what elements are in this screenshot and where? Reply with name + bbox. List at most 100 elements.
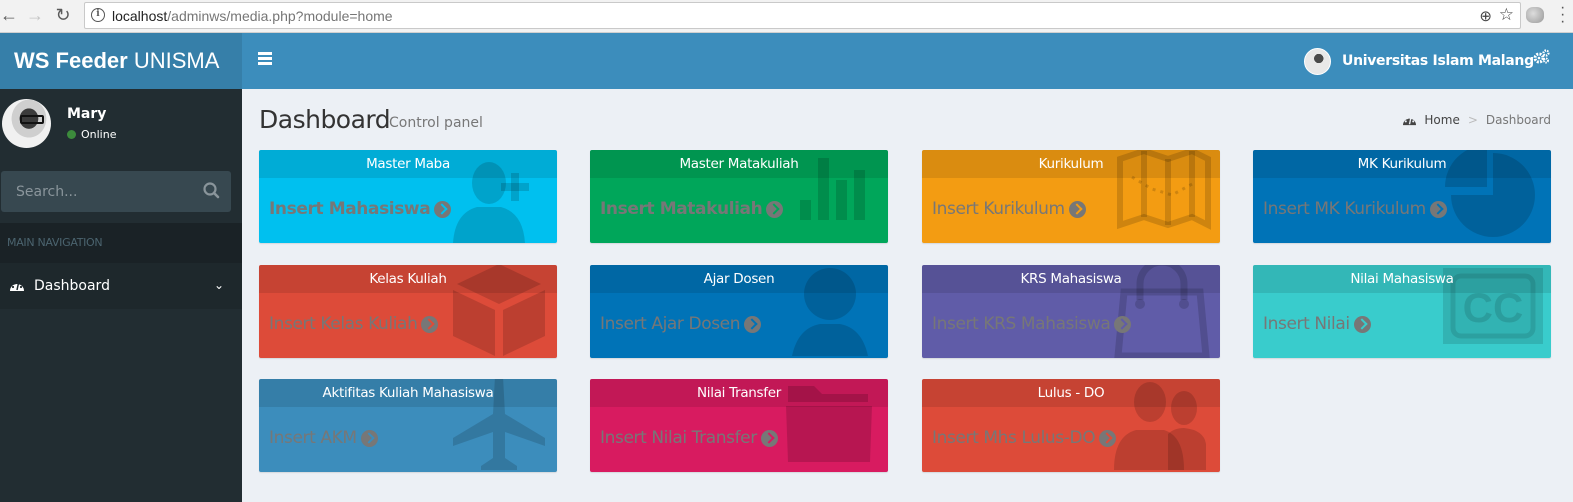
arrow-circle-right-icon xyxy=(1353,315,1371,333)
box-title: Kurikulum xyxy=(922,150,1220,178)
box-link-label: Insert Nilai xyxy=(1263,314,1350,334)
box-link-label: Insert AKM xyxy=(269,428,357,448)
box-ajar-dosen[interactable]: Ajar Dosen Insert Ajar Dosen xyxy=(590,265,888,358)
sidebar: Mary Online MAIN NAVIGATION Dashboard ⌄ xyxy=(0,89,242,502)
info-icon[interactable]: i xyxy=(91,8,105,22)
sidebar-avatar xyxy=(2,99,51,148)
arrow-circle-right-icon xyxy=(421,315,439,333)
arrow-circle-right-icon xyxy=(760,429,778,447)
chevron-down-icon[interactable]: ⌄ xyxy=(214,278,224,292)
url-path: /adminws/media.php?module=home xyxy=(167,8,393,24)
box-kurikulum[interactable]: Kurikulum Insert Kurikulum xyxy=(922,150,1220,243)
browser-menu-icon[interactable]: · · · xyxy=(1560,0,1566,30)
box-link-label: Insert Nilai Transfer xyxy=(600,428,757,448)
box-nilai-transfer[interactable]: Nilai Transfer Insert Nilai Transfer xyxy=(590,379,888,472)
search-icon xyxy=(203,182,220,199)
zoom-icon[interactable]: ⊕ xyxy=(1479,7,1492,25)
url-text[interactable]: localhost/adminws/media.php?module=home xyxy=(112,8,393,24)
sidebar-item-dashboard[interactable]: Dashboard ⌄ xyxy=(0,263,242,309)
box-title: MK Kurikulum xyxy=(1253,150,1551,178)
box-link[interactable]: Insert Mahasiswa xyxy=(269,199,452,219)
box-link[interactable]: Insert Nilai xyxy=(1263,314,1371,334)
user-menu-name: Universitas Islam Malang xyxy=(1342,53,1534,69)
user-status: Online xyxy=(67,128,116,141)
extension-icon[interactable] xyxy=(1526,7,1544,23)
box-link-label: Insert Ajar Dosen xyxy=(600,314,741,334)
top-navbar: Universitas Islam Malang xyxy=(242,33,1573,89)
box-link[interactable]: Insert Kurikulum xyxy=(932,199,1086,219)
user-menu[interactable]: Universitas Islam Malang xyxy=(1304,47,1534,75)
breadcrumb-current: Dashboard xyxy=(1485,113,1551,127)
main-navigation-header: MAIN NAVIGATION xyxy=(0,223,242,263)
box-title: Nilai Transfer xyxy=(590,379,888,407)
address-bar[interactable]: i localhost/adminws/media.php?module=hom… xyxy=(84,2,1521,29)
page-subtitle: Control panel xyxy=(389,115,483,131)
box-link[interactable]: Insert AKM xyxy=(269,428,378,448)
box-title: Lulus - DO xyxy=(922,379,1220,407)
search-input[interactable] xyxy=(1,171,191,212)
gears-icon[interactable] xyxy=(1533,49,1550,69)
box-link-label: Insert MK Kurikulum xyxy=(1263,199,1426,219)
logo-light: UNISMA xyxy=(127,48,220,73)
box-link[interactable]: Insert MK Kurikulum xyxy=(1263,199,1447,219)
online-dot-icon xyxy=(67,130,76,139)
arrow-circle-right-icon xyxy=(1099,429,1117,447)
box-master-matakuliah[interactable]: Master Matakuliah Insert Matakuliah xyxy=(590,150,888,243)
box-mk-kurikulum[interactable]: MK Kurikulum Insert MK Kurikulum xyxy=(1253,150,1551,243)
box-lulus-do[interactable]: Lulus - DO Insert Mhs Lulus-DO xyxy=(922,379,1220,472)
arrow-circle-right-icon xyxy=(1429,200,1447,218)
box-link[interactable]: Insert KRS Mahasiswa xyxy=(932,314,1132,334)
box-master-maba[interactable]: Master Maba Insert Mahasiswa xyxy=(259,150,557,243)
user-status-label: Online xyxy=(81,128,117,141)
box-link[interactable]: Insert Matakuliah xyxy=(600,199,784,219)
box-title: Aktifitas Kuliah Mahasiswa xyxy=(259,379,557,407)
box-link-label: Insert Mhs Lulus-DO xyxy=(932,428,1096,448)
box-nilai-mahasiswa[interactable]: Nilai Mahasiswa Insert Nilai CC xyxy=(1253,265,1551,358)
dashboard-icon xyxy=(1403,116,1417,125)
sidebar-item-label: Dashboard xyxy=(34,278,110,294)
sidebar-user-name: Mary xyxy=(67,106,107,122)
arrow-circle-right-icon xyxy=(360,429,378,447)
logo-bold: WS Feeder xyxy=(14,48,128,73)
box-aktifitas-kuliah[interactable]: Aktifitas Kuliah Mahasiswa Insert AKM xyxy=(259,379,557,472)
search-button[interactable] xyxy=(201,180,223,202)
arrow-circle-right-icon xyxy=(766,200,784,218)
browser-toolbar: ← → ↻ i localhost/adminws/media.php?modu… xyxy=(0,0,1573,33)
app-logo[interactable]: WS Feeder UNISMA xyxy=(0,33,242,89)
breadcrumb-separator: > xyxy=(1467,113,1478,127)
box-link-label: Insert Kelas Kuliah xyxy=(269,314,418,334)
reload-icon[interactable]: ↻ xyxy=(52,4,74,26)
dashboard-icon xyxy=(10,282,24,291)
page-title: Dashboard xyxy=(259,105,391,134)
box-title: Nilai Mahasiswa xyxy=(1253,265,1551,293)
arrow-circle-right-icon xyxy=(434,200,452,218)
box-link[interactable]: Insert Kelas Kuliah xyxy=(269,314,439,334)
box-title: KRS Mahasiswa xyxy=(922,265,1220,293)
back-arrow-icon[interactable]: ← xyxy=(0,4,20,26)
arrow-circle-right-icon xyxy=(744,315,762,333)
box-link[interactable]: Insert Ajar Dosen xyxy=(600,314,762,334)
sidebar-toggle-icon[interactable] xyxy=(258,52,272,66)
box-title: Master Matakuliah xyxy=(590,150,888,178)
arrow-circle-right-icon xyxy=(1114,315,1132,333)
user-avatar xyxy=(1304,47,1331,75)
box-title: Master Maba xyxy=(259,150,557,178)
box-link-label: Insert Matakuliah xyxy=(600,199,763,219)
forward-arrow-icon[interactable]: → xyxy=(24,4,46,26)
box-title: Ajar Dosen xyxy=(590,265,888,293)
sidebar-search xyxy=(1,171,231,212)
box-link-label: Insert Mahasiswa xyxy=(269,199,431,219)
bookmark-star-icon[interactable]: ☆ xyxy=(1499,5,1514,25)
arrow-circle-right-icon xyxy=(1068,200,1086,218)
box-link-label: Insert Kurikulum xyxy=(932,199,1065,219)
breadcrumb: Home > Dashboard xyxy=(1402,113,1551,127)
url-host: localhost xyxy=(112,8,168,24)
box-title: Kelas Kuliah xyxy=(259,265,557,293)
box-link[interactable]: Insert Nilai Transfer xyxy=(600,428,778,448)
breadcrumb-home[interactable]: Home xyxy=(1402,113,1460,127)
breadcrumb-home-label: Home xyxy=(1424,113,1460,127)
box-kelas-kuliah[interactable]: Kelas Kuliah Insert Kelas Kuliah xyxy=(259,265,557,358)
box-link-label: Insert KRS Mahasiswa xyxy=(932,314,1111,334)
box-link[interactable]: Insert Mhs Lulus-DO xyxy=(932,428,1117,448)
box-krs-mahasiswa[interactable]: KRS Mahasiswa Insert KRS Mahasiswa xyxy=(922,265,1220,358)
